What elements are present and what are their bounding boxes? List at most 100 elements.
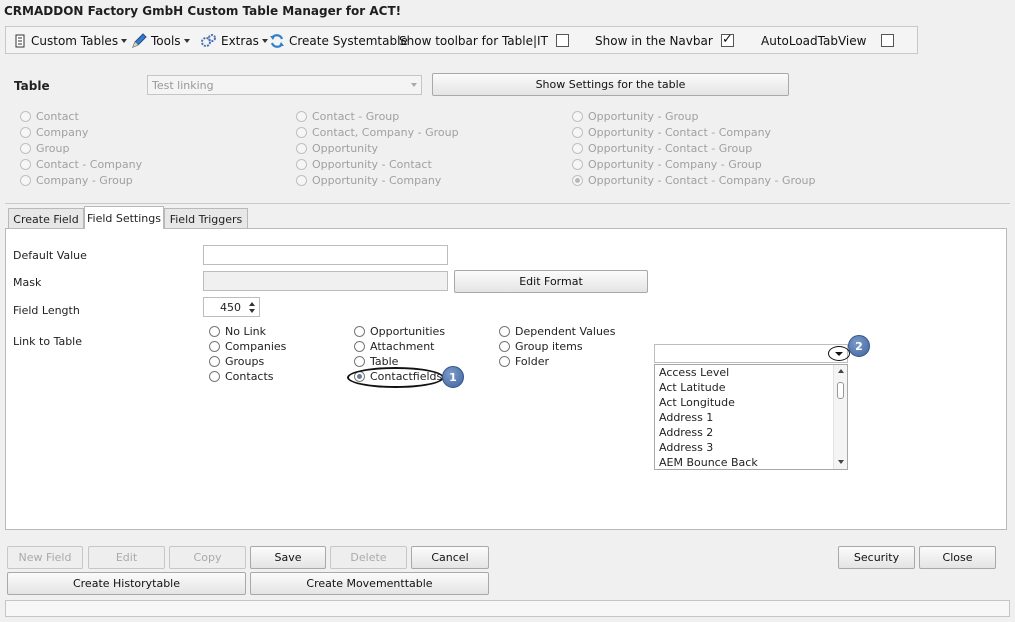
table-option-label: Contact - Group <box>312 110 400 123</box>
edit-format-button[interactable]: Edit Format <box>454 270 648 293</box>
link-option-radio[interactable]: Group items <box>499 340 583 353</box>
create-historytable-button[interactable]: Create Historytable <box>7 572 246 595</box>
main-toolbar: Custom Tables Tools Extras Create System… <box>5 26 918 54</box>
radio-circle-icon <box>572 111 583 122</box>
table-option-radio[interactable]: Opportunity <box>296 142 378 155</box>
tab-field-triggers[interactable]: Field Triggers <box>164 208 248 229</box>
scrollbar-thumb[interactable] <box>837 382 844 399</box>
gears-icon <box>201 34 216 47</box>
refresh-icon <box>270 34 284 48</box>
table-option-radio[interactable]: Contact - Company <box>20 158 142 171</box>
custom-tables-menu[interactable]: Custom Tables <box>13 32 128 50</box>
show-settings-button[interactable]: Show Settings for the table <box>432 73 789 96</box>
table-option-radio[interactable]: Opportunity - Company - Group <box>572 158 762 171</box>
delete-button[interactable]: Delete <box>330 546 407 569</box>
table-option-label: Company <box>36 126 89 139</box>
create-systemtable-button[interactable]: Create Systemtable <box>269 32 408 50</box>
table-select-value: Test linking <box>152 79 214 92</box>
show-navbar-checkbox[interactable] <box>721 32 734 47</box>
radio-circle-icon <box>296 159 307 170</box>
table-option-radio[interactable]: Opportunity - Contact <box>296 158 432 171</box>
contact-field-select[interactable] <box>654 344 848 363</box>
link-option-radio[interactable]: Companies <box>209 340 286 353</box>
link-option-radio[interactable]: No Link <box>209 325 266 338</box>
chevron-up-icon[interactable] <box>838 369 844 373</box>
list-item[interactable]: Address 2 <box>655 425 847 440</box>
list-item[interactable]: Act Latitude <box>655 380 847 395</box>
table-option-radio[interactable]: Opportunity - Contact - Company <box>572 126 771 139</box>
table-option-radio[interactable]: Opportunity - Contact - Group <box>572 142 752 155</box>
list-item[interactable]: AEM Bounce Back <box>655 455 847 469</box>
field-length-stepper[interactable]: 450 <box>203 297 260 317</box>
table-option-label: Opportunity - Group <box>588 110 699 123</box>
cancel-button[interactable]: Cancel <box>411 546 489 569</box>
table-option-label: Opportunity <box>312 142 379 155</box>
link-option-radio[interactable]: Folder <box>499 355 549 368</box>
link-option-label: Opportunities <box>370 325 446 338</box>
chevron-down-icon[interactable] <box>249 309 255 313</box>
list-item[interactable]: Access Level <box>655 365 847 380</box>
security-button[interactable]: Security <box>838 546 915 569</box>
list-scrollbar[interactable] <box>833 365 847 469</box>
radio-circle-icon <box>209 326 220 337</box>
default-value-input[interactable] <box>203 245 448 265</box>
radio-circle-icon <box>296 175 307 186</box>
save-button[interactable]: Save <box>250 546 326 569</box>
autoload-checkbox[interactable] <box>881 34 894 47</box>
table-select[interactable]: Test linking <box>147 75 422 95</box>
link-option-label: Group items <box>515 340 583 353</box>
table-option-radio[interactable]: Opportunity - Contact - Company - Group <box>572 174 816 187</box>
chevron-down-icon[interactable] <box>832 351 846 357</box>
new-field-button[interactable]: New Field <box>7 546 83 569</box>
list-item[interactable]: Act Longitude <box>655 395 847 410</box>
edit-button[interactable]: Edit <box>88 546 165 569</box>
link-option-radio[interactable]: Groups <box>209 355 264 368</box>
divider <box>5 203 1010 204</box>
extras-label: Extras <box>221 34 259 48</box>
link-option-radio[interactable]: Contacts <box>209 370 274 383</box>
table-option-radio[interactable]: Group <box>20 142 70 155</box>
copy-button[interactable]: Copy <box>169 546 246 569</box>
chevron-down-icon <box>183 39 190 43</box>
mask-input[interactable] <box>203 271 448 291</box>
table-option-label: Company - Group <box>36 174 133 187</box>
table-option-radio[interactable]: Contact, Company - Group <box>296 126 459 139</box>
table-option-radio[interactable]: Opportunity - Company <box>296 174 441 187</box>
radio-circle-icon <box>354 356 365 367</box>
table-option-radio[interactable]: Opportunity - Group <box>572 110 698 123</box>
tab-create-field[interactable]: Create Field <box>8 208 84 229</box>
radio-circle-icon <box>499 341 510 352</box>
link-option-radio[interactable]: Opportunities <box>354 325 445 338</box>
window-title: CRMADDON Factory GmbH Custom Table Manag… <box>4 4 402 18</box>
create-movementtable-button[interactable]: Create Movementtable <box>250 572 489 595</box>
close-button[interactable]: Close <box>919 546 996 569</box>
chevron-down-icon <box>411 83 417 87</box>
callout-badge-1: 1 <box>442 366 464 388</box>
show-navbar-label: Show in the Navbar <box>595 34 713 48</box>
table-option-radio[interactable]: Contact <box>20 110 79 123</box>
list-item[interactable]: Address 1 <box>655 410 847 425</box>
radio-circle-icon <box>20 143 31 154</box>
table-option-radio[interactable]: Contact - Group <box>296 110 399 123</box>
table-option-radio[interactable]: Company <box>20 126 88 139</box>
table-option-radio[interactable]: Company - Group <box>20 174 133 187</box>
extras-menu[interactable]: Extras <box>200 32 268 50</box>
radio-circle-icon <box>354 326 365 337</box>
link-option-radio[interactable]: Dependent Values <box>499 325 615 338</box>
chevron-up-icon[interactable] <box>249 302 255 306</box>
table-option-label: Opportunity - Contact <box>312 158 432 171</box>
table-icon <box>15 34 25 48</box>
radio-circle-icon <box>209 371 220 382</box>
radio-circle-icon <box>572 159 583 170</box>
chevron-down-icon[interactable] <box>838 460 844 464</box>
table-option-label: Opportunity - Contact - Group <box>588 142 753 155</box>
contact-field-list[interactable]: Access Level Act Latitude Act Longitude Add… <box>654 364 848 470</box>
radio-circle-icon <box>20 111 31 122</box>
tools-label: Tools <box>151 34 181 48</box>
tools-menu[interactable]: Tools <box>131 32 190 50</box>
list-item[interactable]: Address 3 <box>655 440 847 455</box>
link-option-label: No Link <box>225 325 266 338</box>
show-toolbar-checkbox[interactable] <box>556 34 569 47</box>
tab-field-settings[interactable]: Field Settings <box>84 206 164 229</box>
link-option-radio[interactable]: Attachment <box>354 340 435 353</box>
